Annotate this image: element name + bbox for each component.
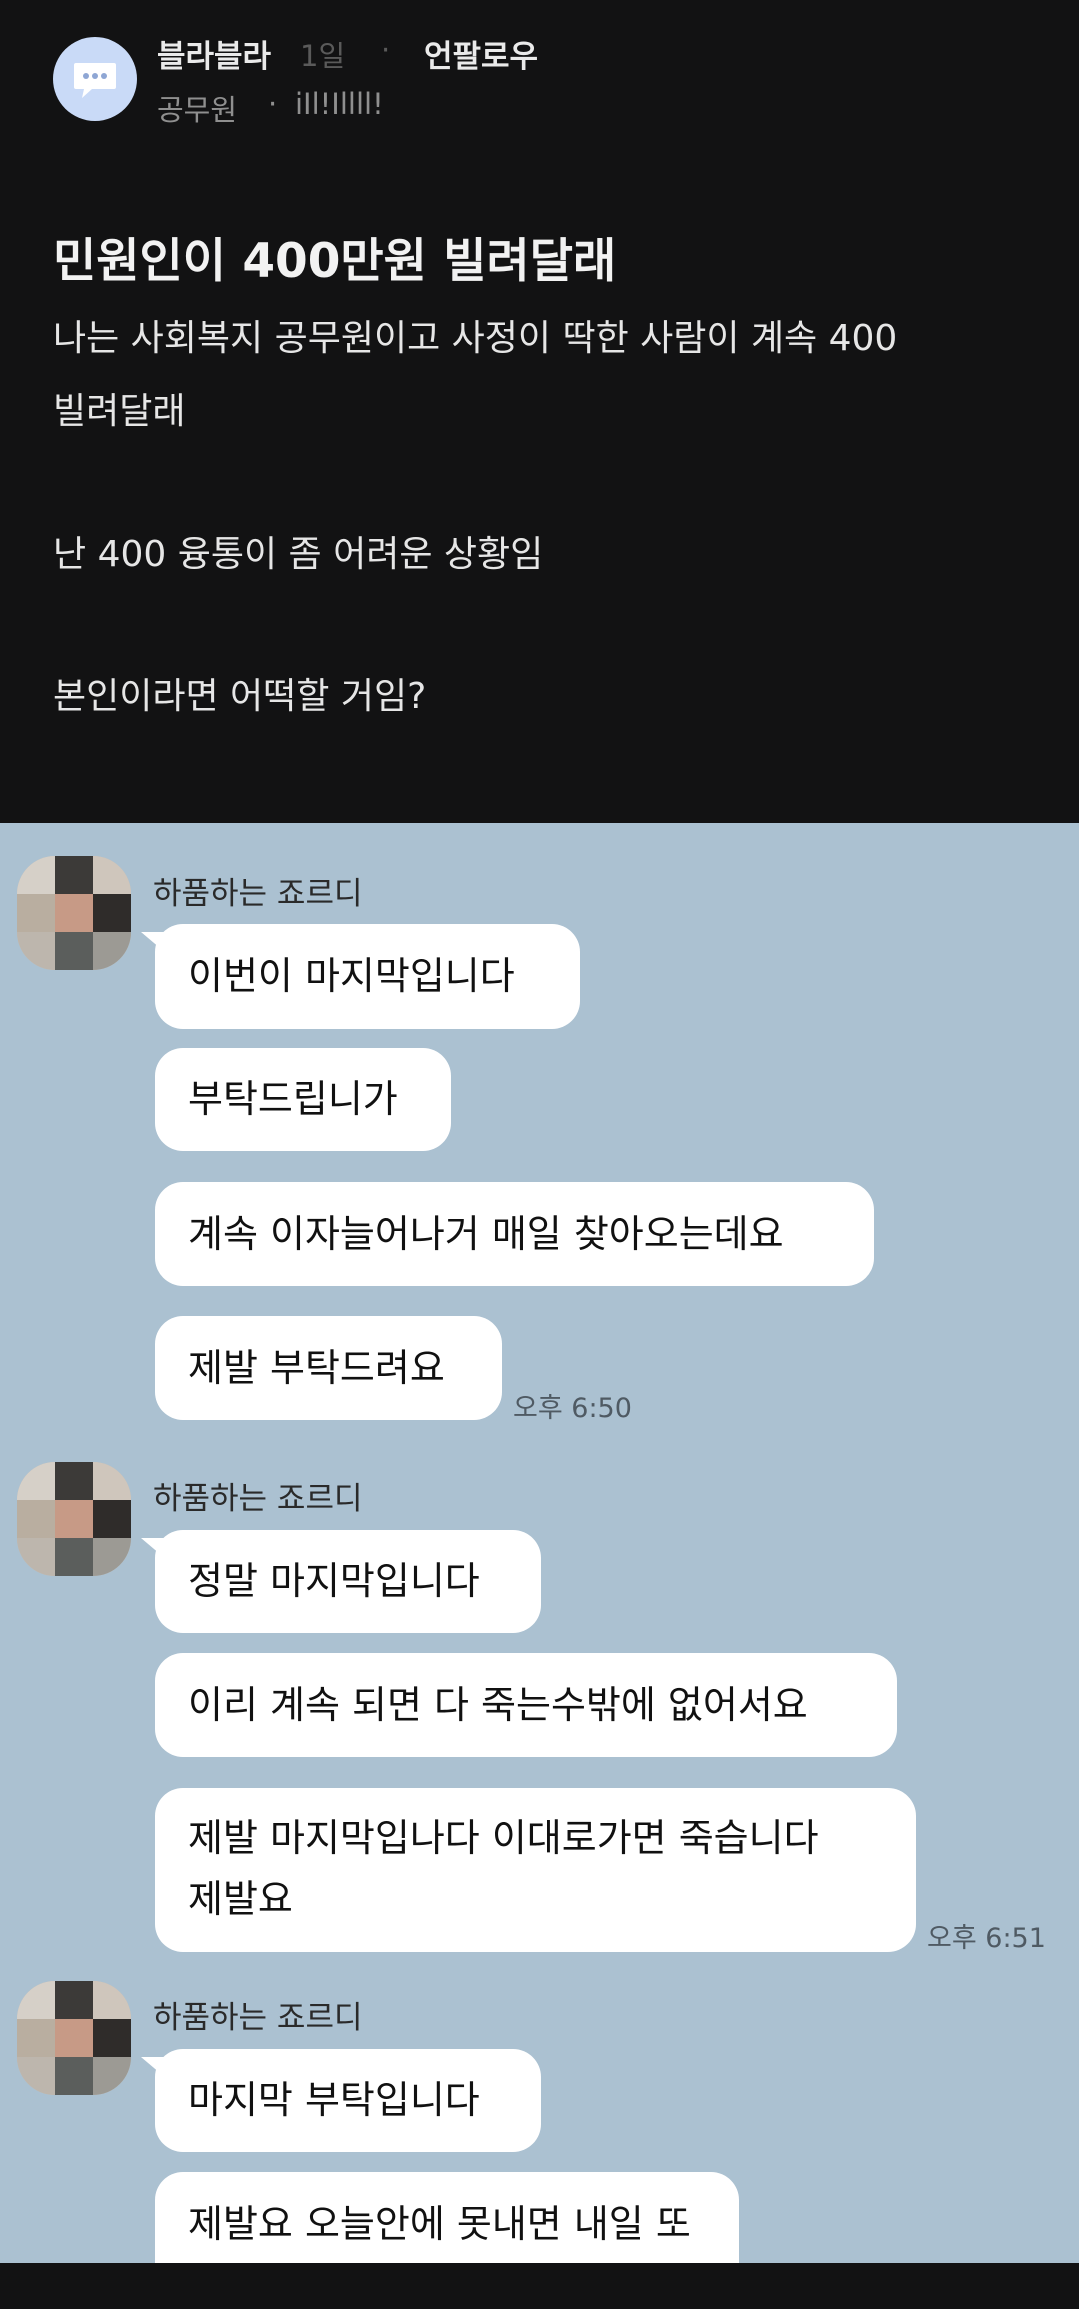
chat-screenshot: 하품하는 죠르디 이번이 마지막입니다 부탁드립니가 계속 이자늘어나거 매일 … [0,823,1079,2263]
message-bubble: 제발 부탁드려요 [155,1316,502,1420]
author-job: 공무원 [157,93,238,127]
message-bubble: 이번이 마지막입니다 [141,924,580,1029]
message-text: 정말 마지막입니다 [188,1559,480,1603]
message-bubble: 계속 이자늘어나거 매일 찾아오는데요 [155,1182,874,1286]
separator-dot: · [268,87,278,121]
bottom-bar [0,2263,1079,2309]
message-text: 제발 마지막입나다 이대로가면 죽습니다 [188,1816,819,1860]
message-bubble: 부탁드립니가 [155,1048,451,1151]
message-text: 이리 계속 되면 다 죽는수밖에 없어서요 [188,1683,808,1727]
message-text: 마지막 부탁입니다 [188,2078,480,2122]
message-text: 계속 이자늘어나거 매일 찾아오는데요 [188,1212,784,1256]
message-timestamp: 오후 6:50 [513,1393,632,1424]
message-bubble: 마지막 부탁입니다 [141,2049,541,2152]
avatar [17,1981,131,2095]
author-nickname: iIl!Illll! [295,87,384,121]
sender-name: 하품하는 죠르디 [153,876,363,912]
message-text: 제발요 [188,1877,293,1921]
message-bubble: 이리 계속 되면 다 죽는수밖에 없어서요 [155,1653,897,1757]
message-bubble: 제발요 오늘안에 못내면 내일 또 [155,2172,739,2263]
post-title: 민원인이 400만원 빌려달래 [53,234,617,289]
unfollow-button[interactable]: 언팔로우 [424,31,538,76]
avatar [17,856,131,970]
post-body-line: 난 400 융통이 좀 어려운 상황임 [53,534,544,575]
post-body-line: 나는 사회복지 공무원이고 사정이 딱한 사람이 계속 400 [53,318,898,359]
message-bubble: 정말 마지막입니다 [141,1530,541,1633]
speech-bubble-icon [74,63,116,98]
sender-name: 하품하는 죠르디 [153,2000,363,2036]
author-avatar[interactable] [53,37,137,121]
message-text: 부탁드립니가 [188,1077,398,1121]
message-bubble: 제발 마지막입나다 이대로가면 죽습니다 제발요 [155,1788,916,1952]
message-text: 제발요 오늘안에 못내면 내일 또 [188,2202,691,2246]
post-time: 1일 [300,39,346,73]
separator-dot: · [381,33,391,67]
author-name[interactable]: 블라블라 [157,31,271,76]
message-timestamp: 오후 6:51 [927,1923,1046,1954]
message-text: 제발 부탁드려요 [188,1346,445,1390]
sender-name: 하품하는 죠르디 [153,1481,363,1517]
post: 블라블라 1일 · 언팔로우 공무원 · iIl!Illll! 민원인이 400… [0,0,1079,823]
avatar [17,1462,131,1576]
post-body-line: 빌려달래 [53,391,186,432]
message-text: 이번이 마지막입니다 [188,954,515,998]
post-body-line: 본인이라면 어떡할 거임? [53,676,427,717]
